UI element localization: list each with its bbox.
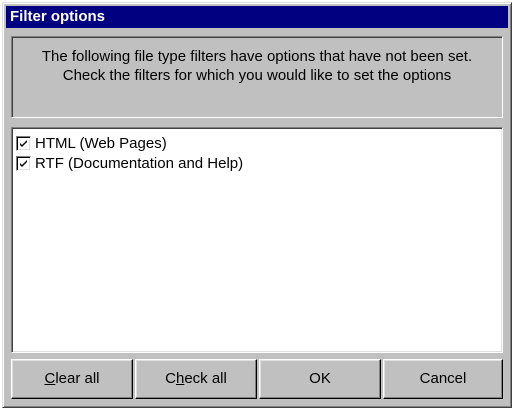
clear-all-button[interactable]: Clear all (11, 359, 133, 399)
list-item[interactable]: HTML (Web Pages) (16, 133, 498, 153)
button-row: Clear all Check all OK Cancel (11, 359, 503, 403)
check-all-prefix: C (165, 370, 176, 387)
check-all-button[interactable]: Check all (135, 359, 257, 399)
checkbox-checked-icon[interactable] (16, 135, 31, 151)
clear-all-mnemonic: C (44, 370, 56, 387)
list-item-label: HTML (Web Pages) (35, 134, 167, 152)
filter-options-dialog: Filter options The following file type f… (2, 2, 512, 408)
info-message: The following file type filters have opt… (11, 36, 503, 118)
filter-list[interactable]: HTML (Web Pages) RTF (Documentation and … (11, 127, 503, 353)
checkbox-checked-icon[interactable] (16, 155, 31, 171)
list-item[interactable]: RTF (Documentation and Help) (16, 153, 498, 173)
check-all-label: eck all (184, 370, 227, 387)
dialog-title[interactable]: Filter options (6, 6, 508, 28)
list-item-label: RTF (Documentation and Help) (35, 154, 244, 172)
clear-all-label: lear all (55, 370, 100, 387)
cancel-button[interactable]: Cancel (383, 359, 503, 399)
ok-button[interactable]: OK (259, 359, 381, 399)
